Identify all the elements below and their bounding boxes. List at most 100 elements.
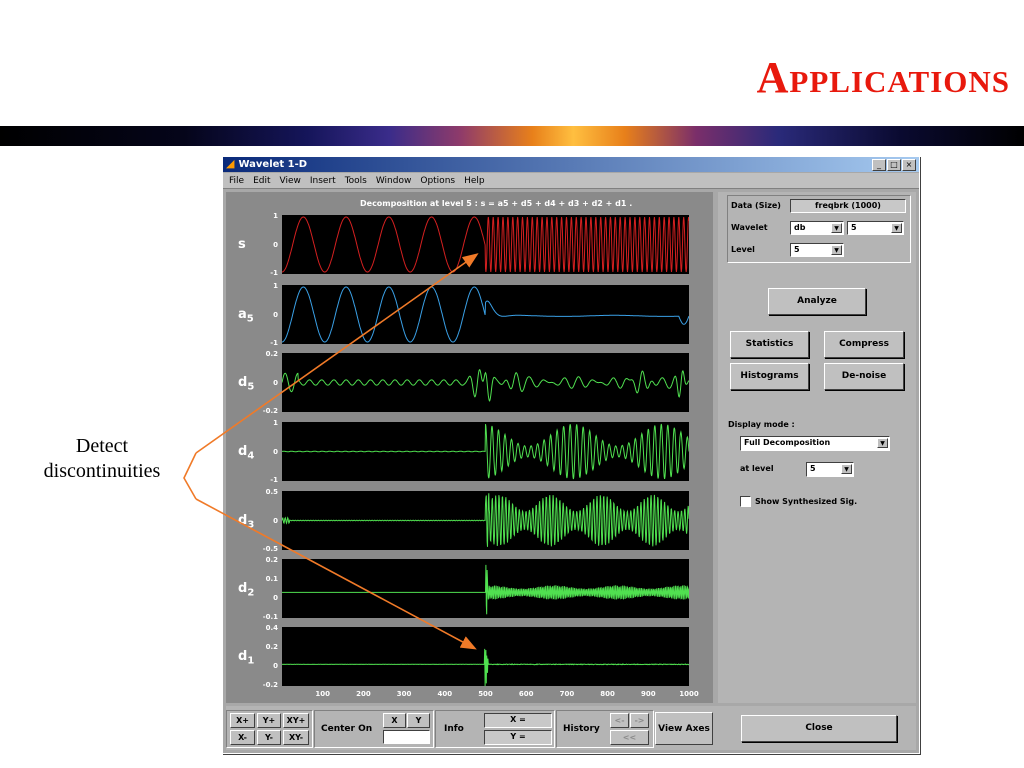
y-tick-label: 0.5 — [265, 488, 278, 496]
subplot-d1[interactable] — [282, 627, 689, 686]
y-tick-label: 0 — [273, 516, 278, 525]
data-size-label: Data (Size) — [731, 201, 781, 210]
subplot-d3[interactable] — [282, 491, 689, 550]
x-tick-label: 200 — [356, 690, 371, 698]
histograms-button[interactable]: Histograms — [730, 363, 809, 390]
maximize-button[interactable]: □ — [887, 159, 901, 171]
x-tick-label: 300 — [396, 690, 412, 698]
display-mode-select[interactable]: Full Decomposition ▼ — [740, 436, 890, 451]
data-info-box: Data (Size) freqbrk (1000) Wavelet db ▼ 5… — [727, 195, 911, 263]
display-mode-value: Full Decomposition — [744, 438, 831, 447]
show-synth-checkbox[interactable] — [740, 496, 751, 507]
y-tick-label: -1 — [270, 339, 278, 348]
x-tick-label: 800 — [600, 690, 615, 698]
info-label: Info — [444, 724, 464, 734]
center-value-input[interactable] — [383, 730, 430, 744]
wavelet-order-select[interactable]: 5 ▼ — [847, 221, 904, 235]
window-titlebar[interactable]: ◢ Wavelet 1-D _ □ × — [223, 157, 919, 172]
series-line-d3 — [282, 493, 689, 547]
y-tick-label: -0.1 — [262, 613, 278, 622]
zoom-x-plus-button[interactable]: X+ — [230, 713, 255, 728]
y-tick-label: -1 — [270, 476, 278, 485]
history-label: History — [563, 724, 600, 734]
history-reset-button[interactable]: << — [610, 730, 649, 745]
minimize-button[interactable]: _ — [872, 159, 886, 171]
subplot-a5[interactable] — [282, 285, 689, 344]
chevron-down-icon: ▼ — [831, 223, 842, 233]
center-x-button[interactable]: X — [383, 713, 406, 728]
zoom-xy-minus-button[interactable]: XY- — [283, 730, 309, 745]
y-tick-label: 0 — [273, 310, 278, 319]
zoom-x-minus-button[interactable]: X- — [230, 730, 255, 745]
subplot-label-main: a — [238, 307, 247, 322]
wavelet-family-select[interactable]: db ▼ — [790, 221, 844, 235]
y-tick-label: 0.2 — [265, 643, 278, 652]
series-line-s — [282, 216, 689, 273]
statistics-button[interactable]: Statistics — [730, 331, 809, 358]
series-line-d2 — [282, 564, 689, 615]
zoom-group: X+ Y+ XY+ X- Y- XY- — [226, 710, 313, 748]
subplot-d4[interactable] — [282, 422, 689, 481]
zoom-xy-plus-button[interactable]: XY+ — [283, 713, 309, 728]
series-line-a5 — [282, 286, 689, 343]
decomposition-title: Decomposition at level 5 : s = a5 + d5 +… — [360, 199, 633, 208]
menu-file[interactable]: File — [229, 176, 244, 186]
level-select[interactable]: 5 ▼ — [790, 243, 844, 257]
wavelet-label: Wavelet — [731, 223, 768, 232]
wavelet-window: ◢ Wavelet 1-D _ □ × File Edit View Inser… — [222, 156, 920, 754]
menu-view[interactable]: View — [280, 176, 301, 186]
matlab-icon: ◢ — [226, 158, 235, 170]
chevron-down-icon: ▼ — [831, 245, 842, 255]
control-panel: Data (Size) freqbrk (1000) Wavelet db ▼ 5… — [718, 192, 916, 703]
subplot-s[interactable] — [282, 215, 689, 274]
history-forward-button[interactable]: -> — [630, 713, 649, 728]
menu-help[interactable]: Help — [464, 176, 485, 186]
show-synth-label: Show Synthesized Sig. — [755, 497, 858, 506]
x-tick-label: 600 — [518, 690, 534, 698]
level-value: 5 — [794, 245, 800, 254]
history-back-button[interactable]: <- — [610, 713, 629, 728]
chevron-down-icon: ▼ — [841, 464, 852, 474]
wavelet-order-value: 5 — [851, 223, 857, 232]
y-tick-label: -0.5 — [262, 545, 278, 554]
close-window-button[interactable]: × — [902, 159, 916, 171]
menu-insert[interactable]: Insert — [310, 176, 336, 186]
y-tick-label: 1 — [273, 212, 278, 220]
menu-edit[interactable]: Edit — [253, 176, 270, 186]
level-label: Level — [731, 245, 755, 254]
close-button[interactable]: Close — [741, 715, 897, 742]
denoise-button[interactable]: De-noise — [824, 363, 904, 390]
analyze-button[interactable]: Analyze — [768, 288, 866, 315]
y-tick-label: 0 — [273, 240, 278, 249]
series-line-d4 — [282, 423, 689, 480]
y-tick-label: 0.1 — [265, 575, 278, 584]
menu-options[interactable]: Options — [420, 176, 455, 186]
subplot-d5[interactable] — [282, 353, 689, 412]
y-tick-label: -1 — [270, 269, 278, 278]
at-level-select[interactable]: 5 ▼ — [806, 462, 854, 477]
y-tick-label: 0.2 — [265, 350, 278, 358]
menu-tools[interactable]: Tools — [345, 176, 367, 186]
x-tick-label: 400 — [437, 690, 453, 698]
slide-title: Applications — [756, 53, 1010, 102]
y-tick-label: 0 — [273, 378, 278, 387]
zoom-y-plus-button[interactable]: Y+ — [257, 713, 281, 728]
at-level-value: 5 — [810, 464, 816, 473]
compress-button[interactable]: Compress — [824, 331, 904, 358]
y-tick-label: 1 — [273, 419, 278, 427]
subplot-label-main: d — [238, 581, 248, 596]
center-y-button[interactable]: Y — [407, 713, 430, 728]
subplot-label-main: s — [238, 237, 246, 252]
subplot-label: s — [238, 237, 246, 252]
subplot-label-main: d — [238, 513, 248, 528]
x-tick-label: 700 — [559, 690, 575, 698]
subplot-d2[interactable] — [282, 559, 689, 618]
zoom-y-minus-button[interactable]: Y- — [257, 730, 281, 745]
view-axes-button[interactable]: View Axes — [655, 712, 713, 745]
menu-window[interactable]: Window — [376, 176, 412, 186]
x-readout: X = — [484, 713, 552, 728]
title-banner — [0, 126, 1024, 146]
annotation-text: Detect discontinuities — [18, 434, 186, 484]
series-line-d1 — [282, 648, 689, 686]
y-tick-label: 0.2 — [265, 556, 278, 564]
